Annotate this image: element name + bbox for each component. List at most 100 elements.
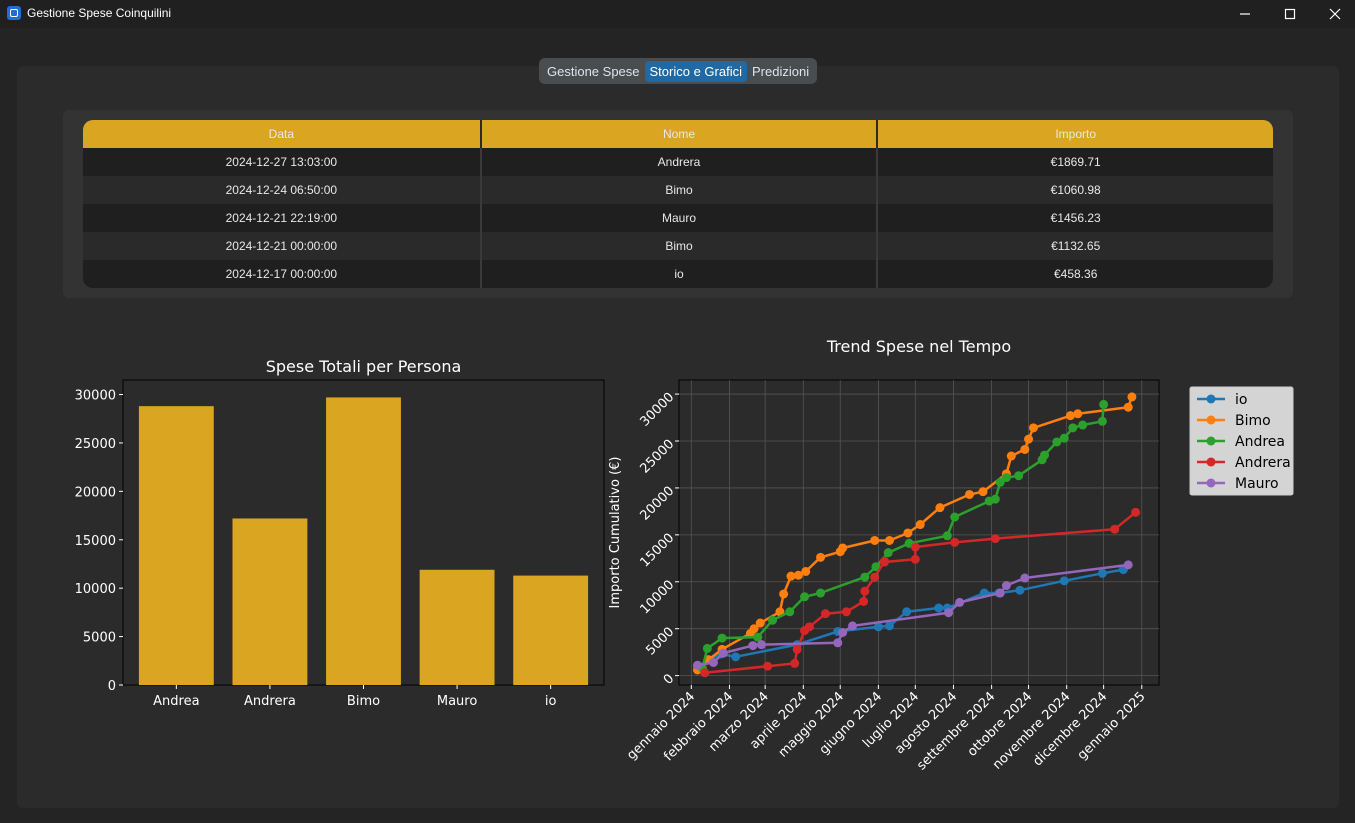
data-point bbox=[1020, 573, 1030, 583]
data-point bbox=[910, 554, 920, 564]
charts-canvas: Andrea Andrera Bimo Mauro io 0 5000 10000 15000 2… bbox=[75, 337, 1294, 773]
data-point bbox=[1099, 399, 1109, 409]
data-point bbox=[915, 520, 925, 530]
data-point bbox=[838, 627, 848, 637]
data-point bbox=[944, 608, 954, 618]
data-point bbox=[955, 597, 965, 607]
data-point bbox=[1059, 576, 1069, 586]
data-point bbox=[800, 592, 810, 602]
data-point bbox=[990, 494, 1000, 504]
data-point bbox=[1040, 450, 1050, 460]
data-point bbox=[1015, 585, 1025, 595]
data-point bbox=[692, 660, 702, 670]
data-point bbox=[1068, 423, 1078, 433]
data-point bbox=[950, 537, 960, 547]
y-tick-label: 20000 bbox=[638, 484, 678, 524]
data-point bbox=[792, 644, 802, 654]
bar bbox=[138, 406, 214, 685]
data-point bbox=[763, 661, 773, 671]
x-tick-label: Andrea bbox=[153, 694, 199, 709]
data-point bbox=[990, 534, 1000, 544]
legend-marker bbox=[1206, 457, 1216, 467]
data-point bbox=[768, 615, 778, 625]
data-point bbox=[700, 668, 710, 678]
data-point bbox=[884, 621, 894, 631]
y-tick-label: 15000 bbox=[638, 531, 678, 571]
data-point bbox=[883, 548, 893, 558]
data-point bbox=[1001, 581, 1011, 591]
y-tick-label: 15000 bbox=[75, 534, 116, 549]
data-point bbox=[1073, 409, 1083, 419]
y-tick-label: 10000 bbox=[638, 578, 678, 618]
data-point bbox=[820, 609, 830, 619]
y-tick-label: 0 bbox=[108, 679, 116, 694]
x-tick-label: Andrera bbox=[244, 694, 296, 709]
data-point bbox=[1097, 416, 1107, 426]
data-point bbox=[934, 603, 944, 613]
y-tick-label: 30000 bbox=[75, 389, 116, 404]
data-point bbox=[860, 586, 870, 596]
data-point bbox=[848, 621, 858, 631]
bar bbox=[232, 518, 308, 685]
x-tick-label: maggio 2024 bbox=[776, 689, 847, 760]
data-point bbox=[1059, 433, 1069, 443]
data-point bbox=[756, 640, 766, 650]
data-point bbox=[1123, 402, 1133, 412]
data-point bbox=[1006, 451, 1016, 461]
data-point bbox=[860, 572, 870, 582]
data-point bbox=[1097, 568, 1107, 578]
data-point bbox=[790, 658, 800, 668]
y-tick-label: 20000 bbox=[75, 485, 116, 500]
data-point bbox=[1123, 560, 1133, 570]
x-tick-label: gennaio 2024 bbox=[624, 689, 698, 763]
legend-marker bbox=[1206, 478, 1216, 488]
bar-chart-title: Spese Totali per Persona bbox=[266, 357, 462, 376]
data-point bbox=[755, 618, 765, 628]
data-point bbox=[910, 542, 920, 552]
data-point bbox=[964, 489, 974, 499]
data-point bbox=[1110, 524, 1120, 534]
legend-marker bbox=[1206, 436, 1216, 446]
line-chart-title: Trend Spese nel Tempo bbox=[826, 337, 1011, 356]
legend-label: io bbox=[1235, 392, 1247, 408]
legend-label: Andrera bbox=[1235, 455, 1291, 471]
data-point bbox=[1028, 423, 1038, 433]
data-point bbox=[816, 588, 826, 598]
data-point bbox=[903, 528, 913, 538]
data-point bbox=[731, 652, 741, 662]
legend-marker bbox=[1206, 415, 1216, 425]
y-tick-label: 5000 bbox=[83, 631, 116, 646]
data-point bbox=[838, 543, 848, 553]
legend-marker bbox=[1206, 394, 1216, 404]
data-point bbox=[884, 535, 894, 545]
data-point bbox=[748, 641, 758, 651]
data-point bbox=[801, 566, 811, 576]
data-point bbox=[995, 588, 1005, 598]
y-tick-label: 30000 bbox=[638, 390, 678, 430]
y-tick-label: 5000 bbox=[643, 624, 677, 658]
y-tick-label: 25000 bbox=[638, 437, 678, 477]
data-point bbox=[1020, 444, 1030, 454]
data-point bbox=[1014, 471, 1024, 481]
data-point bbox=[804, 622, 814, 632]
y-axis-label: Importo Cumulativo (€) bbox=[608, 457, 623, 609]
line-chart: gennaio 2024febbraio 2024marzo 2024april… bbox=[608, 337, 1294, 773]
data-point bbox=[942, 531, 952, 541]
data-point bbox=[935, 503, 945, 513]
legend-label: Andrea bbox=[1235, 434, 1285, 450]
data-point bbox=[902, 607, 912, 617]
y-tick-label: 10000 bbox=[75, 582, 116, 597]
y-tick-label: 25000 bbox=[75, 437, 116, 452]
x-tick-label: ottobre 2024 bbox=[965, 689, 1035, 759]
bar bbox=[326, 397, 401, 685]
data-point bbox=[950, 512, 960, 522]
data-point bbox=[841, 607, 851, 617]
x-tick-label: io bbox=[545, 694, 557, 709]
legend: io Bimo Andrea Andrera Mauro bbox=[1189, 386, 1294, 496]
bar bbox=[419, 569, 495, 685]
bar bbox=[513, 575, 589, 685]
data-point bbox=[785, 607, 795, 617]
data-point bbox=[718, 648, 728, 658]
data-point bbox=[978, 487, 988, 497]
data-point bbox=[1078, 420, 1088, 430]
